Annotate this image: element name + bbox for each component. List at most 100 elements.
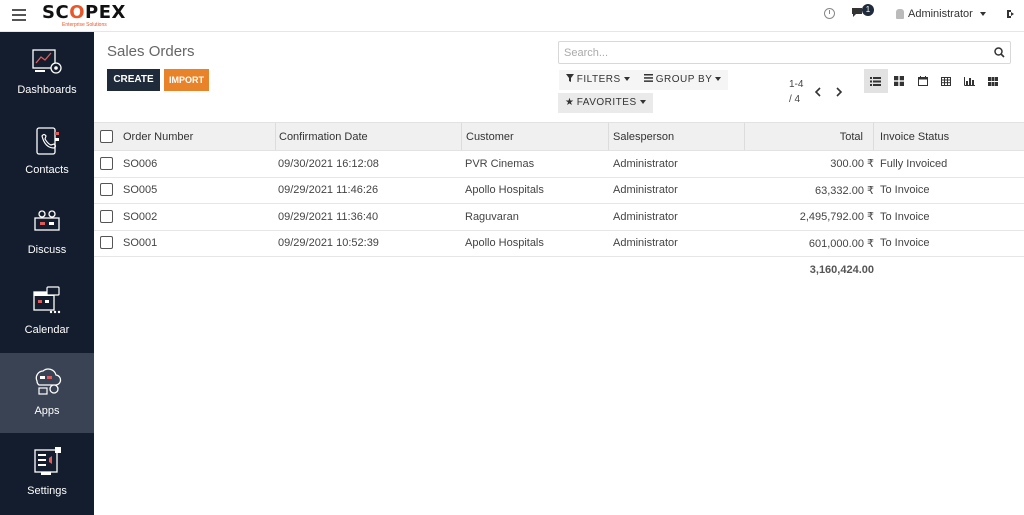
contacts-icon (36, 127, 59, 155)
sidebar-item-label: Dashboards (17, 84, 77, 96)
table-row[interactable]: SO002 09/29/2021 11:36:40 Raguvaran Admi… (94, 204, 1024, 231)
salesperson-cell: Administrator (613, 210, 678, 223)
logo-tagline: Enterprise Solutions (62, 22, 107, 28)
user-menu[interactable]: Administrator (896, 8, 986, 20)
order-number-cell: SO002 (123, 210, 158, 223)
hamburger-menu-icon[interactable] (12, 9, 26, 21)
scopex-logo[interactable]: SCOPEX (42, 2, 126, 23)
column-header-order-number[interactable]: Order Number (123, 123, 193, 150)
chevron-down-icon (623, 77, 630, 82)
pager-range: 1-4 (789, 79, 804, 90)
order-number-cell: SO005 (123, 184, 158, 197)
salesperson-cell: Administrator (613, 237, 678, 250)
sidebar-item-label: Calendar (24, 324, 70, 336)
invoice-status-cell: Fully Invoiced (880, 157, 948, 170)
chevron-down-icon (639, 100, 646, 105)
table-row[interactable]: SO001 09/29/2021 10:52:39 Apollo Hospita… (94, 231, 1024, 257)
customer-cell: Apollo Hospitals (465, 184, 544, 197)
star-icon: ★ (565, 97, 574, 108)
table-footer: 3,160,424.00 (94, 257, 1024, 283)
column-header-salesperson[interactable]: Salesperson (613, 123, 674, 150)
sidebar-item-label: Discuss (27, 244, 67, 256)
sidebar-item-label: Contacts (25, 164, 69, 176)
favorites-label: FAVORITES (576, 97, 637, 108)
notification-badge: 1 (862, 4, 874, 16)
sidebar-item-label: Settings (27, 485, 67, 497)
app-sidebar: Dashboards Contacts Discuss Calendar App… (0, 32, 94, 515)
column-header-confirmation-date[interactable]: Confirmation Date (279, 123, 368, 150)
row-checkbox[interactable] (100, 209, 113, 223)
list-view-icon[interactable] (864, 69, 888, 93)
column-divider (461, 123, 462, 150)
sidebar-item-apps[interactable]: Apps (0, 353, 94, 433)
column-divider (873, 123, 874, 150)
settings-icon (34, 447, 61, 475)
pager-total: / 4 (789, 94, 801, 105)
confirmation-date-cell: 09/29/2021 11:36:40 (278, 210, 379, 223)
confirmation-date-cell: 09/30/2021 16:12:08 (278, 157, 379, 170)
customer-cell: PVR Cinemas (465, 157, 535, 170)
customer-cell: Apollo Hospitals (465, 237, 544, 250)
column-header-customer[interactable]: Customer (466, 123, 514, 150)
search-icon[interactable] (994, 47, 1005, 58)
sales-orders-table: Order Number Confirmation Date Customer … (94, 122, 1024, 283)
total-cell: 300.00 ₹ (830, 158, 874, 171)
row-checkbox[interactable] (100, 183, 113, 197)
pager-value[interactable]: 1-4 / 4 (789, 77, 803, 107)
sum-total: 3,160,424.00 (809, 264, 874, 276)
search-box (558, 41, 1011, 64)
sidebar-item-dashboards[interactable]: Dashboards (0, 32, 94, 112)
column-divider (608, 123, 609, 150)
salesperson-cell: Administrator (613, 157, 678, 170)
total-cell: 2,495,792.00 ₹ (799, 211, 874, 224)
pager-previous-icon[interactable] (814, 85, 822, 100)
total-cell: 63,332.00 ₹ (815, 184, 874, 197)
column-header-invoice-status[interactable]: Invoice Status (880, 123, 949, 150)
chevron-down-icon (979, 12, 986, 16)
discuss-icon (34, 210, 60, 231)
group-by-label: GROUP BY (655, 74, 713, 85)
row-checkbox[interactable] (100, 236, 113, 250)
import-button[interactable]: IMPORT (164, 69, 209, 91)
calendar-view-icon[interactable] (911, 69, 935, 93)
salesperson-cell: Administrator (613, 184, 678, 197)
chevron-down-icon (715, 77, 722, 82)
column-header-total[interactable]: Total (744, 123, 863, 150)
dashboard-view-icon[interactable] (982, 69, 1006, 93)
calendar-icon (33, 286, 61, 314)
row-checkbox[interactable] (100, 156, 113, 170)
search-input[interactable] (559, 42, 979, 63)
sidebar-item-discuss[interactable]: Discuss (0, 192, 94, 272)
activity-clock-icon[interactable] (824, 8, 835, 19)
sidebar-item-settings[interactable]: Settings (0, 433, 94, 513)
user-name: Administrator (908, 8, 973, 20)
filters-dropdown[interactable]: FILTERS (559, 70, 637, 90)
logout-icon[interactable] (1006, 9, 1016, 22)
confirmation-date-cell: 09/29/2021 11:46:26 (278, 184, 379, 197)
kanban-view-icon[interactable] (888, 69, 912, 93)
invoice-status-cell: To Invoice (880, 184, 930, 197)
table-row[interactable]: SO006 09/30/2021 16:12:08 PVR Cinemas Ad… (94, 151, 1024, 178)
table-row[interactable]: SO005 09/29/2021 11:46:26 Apollo Hospita… (94, 178, 1024, 204)
customer-cell: Raguvaran (465, 210, 519, 223)
dashboards-icon (32, 49, 62, 74)
pager-next-icon[interactable] (835, 85, 843, 100)
total-cell: 601,000.00 ₹ (808, 237, 874, 250)
filter-funnel-icon (566, 74, 574, 82)
sidebar-item-contacts[interactable]: Contacts (0, 112, 94, 192)
select-all-checkbox[interactable] (100, 129, 113, 143)
user-avatar-icon (896, 9, 904, 19)
sidebar-item-calendar[interactable]: Calendar (0, 272, 94, 352)
graph-view-icon[interactable] (958, 69, 982, 93)
favorites-dropdown[interactable]: ★ FAVORITES (558, 93, 653, 113)
view-switcher (864, 69, 1005, 93)
order-number-cell: SO006 (123, 157, 158, 170)
pivot-view-icon[interactable] (935, 69, 959, 93)
apps-icon (35, 368, 62, 395)
group-by-bars-icon (644, 74, 653, 82)
create-button[interactable]: CREATE (107, 69, 160, 91)
column-divider (275, 123, 276, 150)
confirmation-date-cell: 09/29/2021 10:52:39 (278, 237, 379, 250)
order-number-cell: SO001 (123, 237, 158, 250)
group-by-dropdown[interactable]: GROUP BY (637, 70, 729, 90)
